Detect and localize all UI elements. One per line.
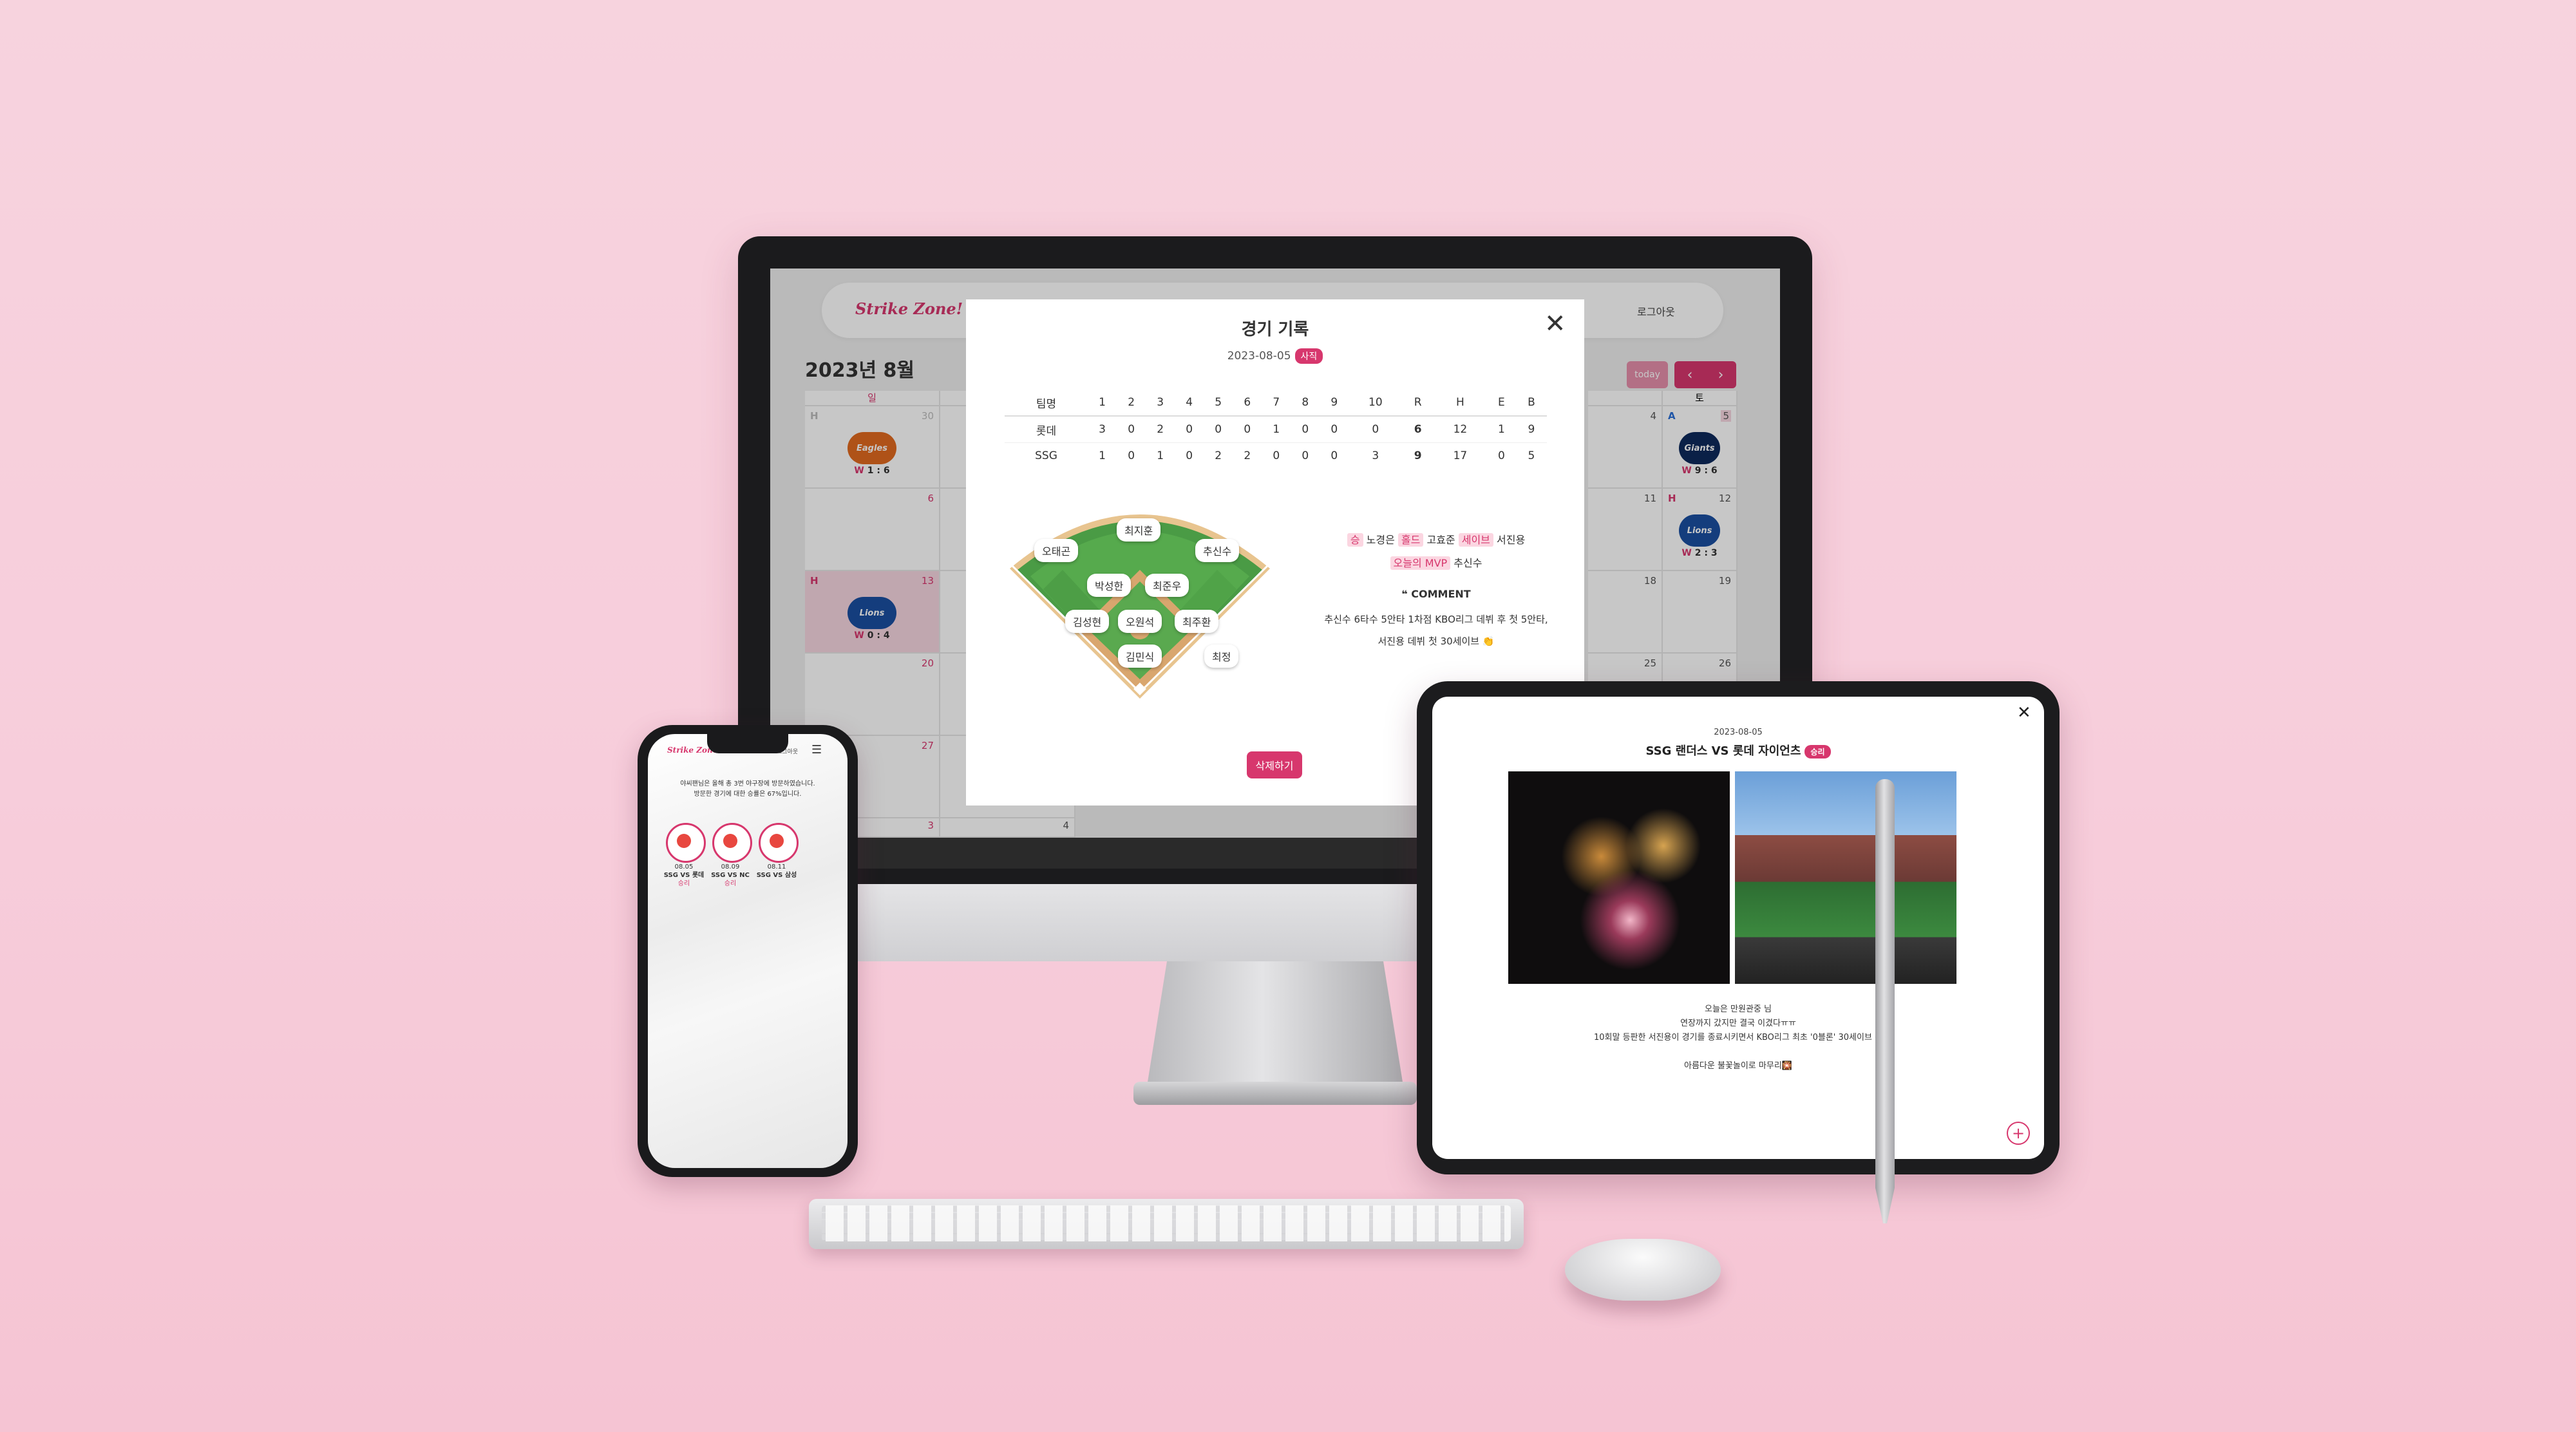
scoreboard-cell: 3	[1088, 416, 1117, 443]
position-first-base: 최주환	[1175, 610, 1219, 633]
scoreboard-cell: 1	[1262, 416, 1291, 443]
stylus-pencil	[1875, 779, 1895, 1223]
scoreboard-table: 팀명 1 2 3 4 5 6 7 8 9 10 R H E B 롯데 3 0 2 0 0 0 1 0 0 0 6 12 1 9 SSG 1…	[1005, 390, 1547, 469]
scoreboard-cell: R	[1402, 390, 1434, 417]
scoreboard-cell: 2	[1244, 449, 1251, 462]
scoreboard-cell: 0	[1117, 416, 1146, 443]
scoreboard-cell: 1	[1157, 449, 1164, 462]
scoreboard-cell: 0	[1331, 449, 1338, 462]
comment-title: ❝ COMMENT	[1401, 588, 1471, 600]
phone-notch	[707, 734, 788, 753]
close-icon[interactable]: ✕	[2017, 703, 2031, 722]
monitor-stand	[1146, 961, 1404, 1090]
ticket-badge[interactable]	[712, 823, 752, 863]
monitor-base	[1133, 1082, 1417, 1105]
scoreboard-cell: 5	[1204, 390, 1233, 417]
scoreboard-cell: 2	[1146, 416, 1175, 443]
diary-text: 연장까지 갔지만 결국 이겼다ㅠㅠ	[1680, 1019, 1796, 1028]
scoreboard-cell: 팀명	[1005, 390, 1088, 417]
scoreboard-row: 롯데 3 0 2 0 0 0 1 0 0 0 6 12 1 9	[1005, 416, 1547, 443]
result-badge: 승리	[1804, 745, 1831, 758]
badge-caption: 08.09 SSG VS NC 승리	[711, 863, 750, 887]
badge-caption: 08.05 SSG VS 롯데 승리	[663, 863, 705, 887]
scoreboard-cell: SSG	[1035, 449, 1057, 462]
comment-line: 추신수 6타수 5안타 1차점 KBO리그 데뷔 후 첫 5안타,	[1324, 614, 1548, 625]
scoreboard-cell: 1	[1486, 416, 1516, 443]
position-shortstop: 박성한	[1087, 574, 1132, 597]
hamburger-icon[interactable]: ☰	[811, 743, 822, 757]
ticket-badge[interactable]	[759, 823, 799, 863]
game-date: 2023-08-05 사직	[966, 348, 1584, 364]
badge-caption: 08.11 SSG VS 삼성	[756, 863, 797, 879]
scoreboard-cell: H	[1433, 390, 1487, 417]
add-icon[interactable]: +	[2007, 1122, 2030, 1145]
position-right-field: 추신수	[1195, 539, 1240, 562]
scoreboard-cell: 0	[1320, 416, 1349, 443]
stadium-badge: 사직	[1294, 348, 1323, 364]
diary-date: 2023-08-05	[1714, 728, 1763, 737]
scoreboard-cell: 0	[1498, 449, 1505, 462]
scoreboard-cell: 0	[1273, 449, 1280, 462]
win-rate-summary: 방문한 경기에 대한 승률은 67%입니다.	[694, 791, 802, 798]
diary-text: 10회말 등판한 서진용이 경기를 종료시키면서 KBO리그 최초 '0블론' …	[1593, 1033, 1883, 1042]
scoreboard-cell: 0	[1128, 449, 1135, 462]
scoreboard-cell: 0	[1291, 416, 1320, 443]
mvp-line: 오늘의 MVP 추신수	[1301, 554, 1571, 570]
modal-title: 경기 기록	[1241, 320, 1309, 339]
scoreboard-cell: B	[1515, 390, 1547, 417]
position-second-base: 최준우	[1145, 574, 1189, 597]
baseball-field: 최지훈 오태곤 추신수 박성한 최준우 김성현 오원석 최주환 김민식 최정	[1005, 505, 1275, 711]
scoreboard-cell: 0	[1186, 449, 1193, 462]
diary-text: 아름다운 불꽃놀이로 마무리🎇	[1684, 1061, 1792, 1071]
visit-summary: 야씨팬님은 올해 총 3번 야구장에 방문하였습니다.	[680, 780, 815, 787]
scoreboard-cell: 3	[1146, 390, 1175, 417]
mouse	[1565, 1239, 1721, 1301]
scoreboard-cell: 8	[1291, 390, 1320, 417]
scoreboard-cell: 4	[1175, 390, 1204, 417]
fireworks-photo[interactable]	[1508, 771, 1730, 984]
diary-title: SSG 랜더스 VS 롯데 자이언츠 승리	[1432, 742, 2044, 758]
scoreboard-cell: E	[1486, 390, 1516, 417]
scoreboard-cell: 7	[1262, 390, 1291, 417]
stadium-photo[interactable]	[1735, 771, 1956, 984]
position-third-base: 김성현	[1065, 610, 1110, 633]
scoreboard-cell: 10	[1349, 390, 1403, 417]
scoreboard-cell: 2	[1117, 390, 1146, 417]
diary-text: 오늘은 만원관중 님	[1705, 1004, 1772, 1014]
scoreboard-cell: 0	[1233, 416, 1262, 443]
delete-button[interactable]: 삭제하기	[1247, 751, 1302, 778]
position-left-field: 오태곤	[1034, 539, 1079, 562]
scoreboard-cell: 0	[1175, 416, 1204, 443]
tablet-screen: ✕ 2023-08-05 SSG 랜더스 VS 롯데 자이언츠 승리 오늘은 만원…	[1432, 697, 2044, 1159]
close-icon[interactable]: ✕	[1544, 311, 1566, 337]
scoreboard-cell: 6	[1233, 390, 1262, 417]
scoreboard-cell: 6	[1402, 416, 1434, 443]
ticket-badge[interactable]	[666, 823, 706, 863]
position-pitcher: 오원석	[1118, 610, 1162, 633]
scoreboard-cell: 12	[1433, 416, 1487, 443]
scoreboard-cell: 0	[1349, 416, 1403, 443]
scoreboard-cell: 9	[1320, 390, 1349, 417]
scoreboard-cell: 1	[1099, 449, 1106, 462]
scoreboard-cell: 롯데	[1005, 416, 1088, 443]
scoreboard-cell: 0	[1204, 416, 1233, 443]
position-designated-hitter: 최정	[1204, 645, 1239, 668]
scoreboard-header: 팀명 1 2 3 4 5 6 7 8 9 10 R H E B	[1005, 390, 1547, 417]
scoreboard-cell: 9	[1414, 449, 1422, 462]
quote-icon: ❝	[1401, 588, 1408, 600]
scoreboard-cell: 17	[1453, 449, 1468, 462]
scoreboard-row: SSG 1 0 1 0 2 2 0 0 0 3 9 17 0 5	[1005, 443, 1547, 469]
scoreboard-cell: 2	[1215, 449, 1222, 462]
scoreboard-cell: 5	[1528, 449, 1535, 462]
position-catcher: 김민식	[1118, 645, 1162, 668]
pitching-results: 승 노경은 홀드 고효준 세이브 서진용	[1301, 531, 1571, 547]
position-center-field: 최지훈	[1117, 518, 1161, 542]
scoreboard-cell: 1	[1088, 390, 1117, 417]
comment-line: 서진용 데뷔 첫 30세이브 👏	[1378, 636, 1495, 647]
scoreboard-cell: 3	[1372, 449, 1379, 462]
phone-screen: Strike Zone! 로그아웃 ☰ 야씨팬님은 올해 총 3번 야구장에 방…	[648, 734, 848, 1168]
scoreboard-cell: 9	[1515, 416, 1547, 443]
keyboard-keys	[822, 1205, 1511, 1241]
scoreboard-cell: 0	[1302, 449, 1309, 462]
